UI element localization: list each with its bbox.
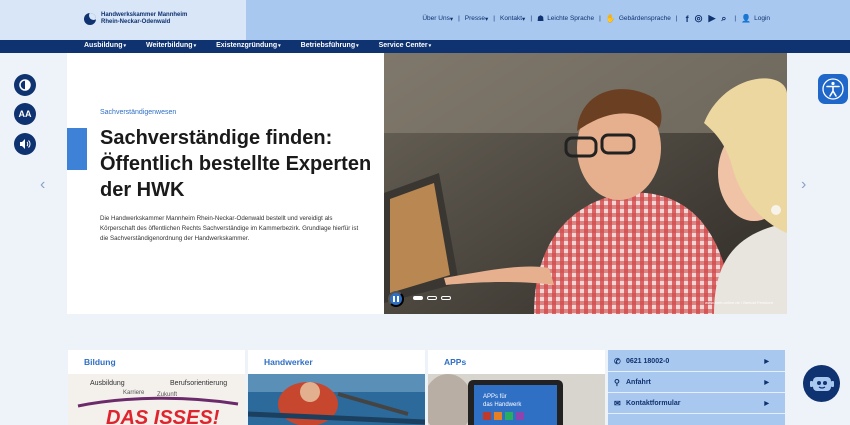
divider: | [493, 15, 495, 22]
location-pin-icon: ⚲ [614, 378, 620, 387]
card-title: APPs [444, 357, 467, 367]
card-bildung[interactable]: Bildung Ausbildung Karriere Zukunft Beru… [68, 350, 245, 425]
quicklink-label: Kontaktformular [626, 400, 681, 407]
facebook-icon[interactable]: f [686, 14, 689, 24]
quicklinks-panel: ✆ 0621 18002-0 ▶ ⚲ Anfahrt ▶ ✉ Kontaktfo… [608, 350, 785, 425]
logo-text: Handwerkskammer Mannheim Rhein-Neckar-Od… [101, 12, 187, 26]
top-bar: Handwerkskammer Mannheim Rhein-Neckar-Od… [0, 0, 850, 40]
slider-dot[interactable] [427, 296, 437, 300]
hero-photo: www.amh-online.de / Bertold Fernkorn [384, 53, 787, 314]
card-title: Bildung [84, 357, 116, 367]
nav-existenzgruendung[interactable]: Existenzgründung [216, 42, 281, 49]
logo-link[interactable]: Handwerkskammer Mannheim Rhein-Neckar-Od… [84, 12, 187, 26]
card-handwerker[interactable]: Handwerker [248, 350, 425, 425]
card-handwerker-image [248, 374, 425, 425]
card-apps-image: APPs für das Handwerk [428, 374, 605, 425]
quicklink-phone[interactable]: ✆ 0621 18002-0 ▶ [608, 352, 785, 372]
user-lock-icon: 👤 [741, 14, 752, 23]
contrast-icon [19, 79, 31, 91]
slider-dot[interactable] [441, 296, 451, 300]
quicklink-label: 0621 18002-0 [626, 358, 670, 365]
word-berufsorientierung: Berufsorientierung [170, 380, 227, 387]
word-das-isses: DAS ISSES! [106, 407, 220, 425]
hero-description: Die Handwerkskammer Mannheim Rhein-Necka… [100, 215, 359, 242]
youtube-icon[interactable]: ▶ [708, 13, 715, 24]
quicklink-anfahrt[interactable]: ⚲ Anfahrt ▶ [608, 373, 785, 393]
accessibility-person-icon [822, 78, 844, 100]
apps-screen-text: APPs für [483, 394, 507, 400]
logo-line1: Handwerkskammer Mannheim [101, 12, 188, 18]
font-size-label: AA [18, 109, 32, 119]
hero-photo-image [384, 53, 787, 314]
slider-next-arrow[interactable]: › [801, 176, 806, 194]
sign-language-icon: ✋ [605, 14, 616, 23]
phone-icon: ✆ [614, 357, 621, 366]
divider: | [458, 15, 460, 22]
speaker-icon [20, 139, 31, 149]
nav-ausbildung[interactable]: Ausbildung [84, 42, 126, 49]
arrow-right-icon: ▶ [764, 359, 769, 365]
util-presse[interactable]: Presse [465, 15, 485, 22]
card-title: Handwerker [264, 357, 313, 367]
divider: | [530, 15, 533, 22]
card-bildung-image: Ausbildung Karriere Zukunft Berufsorient… [68, 374, 245, 425]
arrow-right-icon: ▶ [764, 380, 769, 386]
nav-weiterbildung[interactable]: Weiterbildung [146, 42, 196, 49]
apps-screen-text-2: das Handwerk [483, 402, 522, 408]
card-apps[interactable]: APPs APPs für das Handwerk [428, 350, 605, 425]
envelope-icon: ✉ [614, 399, 621, 408]
arrow-right-icon: ▶ [764, 401, 769, 407]
utility-nav: Über Uns ▾ | Presse ▾ | Kontakt ▾ | ☗ Leicht… [422, 13, 770, 24]
hero-title: Sachverständige finden: Öffentlich beste… [100, 127, 372, 201]
contrast-toggle-button[interactable] [14, 74, 36, 96]
util-kontakt[interactable]: Kontakt [500, 15, 522, 22]
slider-dot[interactable] [413, 296, 423, 300]
hero-slider: Sachverständigenwesen Sachverständige fi… [67, 53, 787, 314]
slider-dots [413, 296, 451, 300]
quicklink-label: Anfahrt [626, 379, 651, 386]
hero-accent-bar [67, 128, 87, 170]
divider: | [734, 15, 737, 22]
search-icon[interactable]: ⌕ [721, 13, 726, 24]
util-leichte-sprache[interactable]: Leichte Sprache [547, 15, 594, 22]
slider-pause-button[interactable] [388, 291, 404, 307]
accessibility-menu-button[interactable] [818, 74, 848, 104]
word-ausbildung: Ausbildung [90, 380, 125, 387]
divider: | [675, 15, 678, 22]
chatbot-button[interactable] [803, 365, 840, 402]
slider-prev-arrow[interactable]: ‹ [40, 176, 45, 194]
divider: | [599, 15, 601, 22]
hero-kicker[interactable]: Sachverständigenwesen [100, 109, 176, 116]
util-login[interactable]: Login [754, 15, 770, 22]
chevron-down-icon: ▾ [449, 15, 454, 23]
chevron-down-icon: ▾ [485, 15, 489, 23]
font-size-button[interactable]: AA [14, 103, 36, 125]
util-gebaerdensprache[interactable]: Gebärdensprache [619, 15, 671, 22]
main-nav: Ausbildung Weiterbildung Existenzgründun… [0, 40, 850, 53]
nav-betriebsfuehrung[interactable]: Betriebsführung [301, 42, 359, 49]
quicklink-kontaktformular[interactable]: ✉ Kontaktformular ▶ [608, 394, 785, 414]
robot-icon [809, 376, 834, 391]
chevron-down-icon: ▾ [522, 15, 526, 23]
photo-credit: www.amh-online.de / Bertold Fernkorn [704, 300, 773, 305]
word-karriere: Karriere [123, 390, 145, 396]
logo-line2: Rhein-Neckar-Odenwald [101, 19, 171, 25]
nav-service-center[interactable]: Service Center [379, 42, 432, 49]
instagram-icon[interactable]: ◎ [695, 13, 703, 24]
util-ueber-uns[interactable]: Über Uns [422, 15, 449, 22]
hwk-logo-icon [84, 13, 96, 25]
leichte-sprache-icon: ☗ [537, 14, 545, 23]
read-aloud-button[interactable] [14, 133, 36, 155]
